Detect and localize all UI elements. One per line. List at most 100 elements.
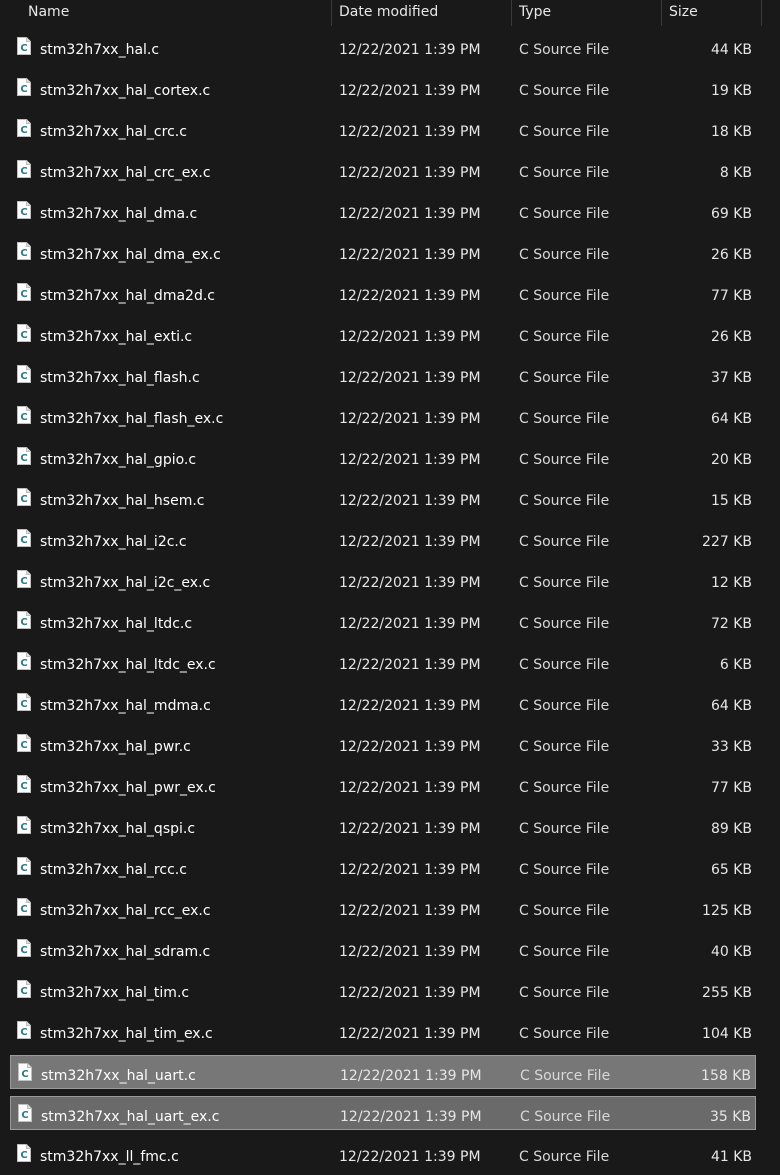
file-date-modified: 12/22/2021 1:39 PM	[339, 698, 481, 714]
file-row[interactable]: Cstm32h7xx_hal_tim_ex.c 12/22/2021 1:39 P…	[10, 1014, 756, 1048]
file-row[interactable]: Cstm32h7xx_hal_hsem.c 12/22/2021 1:39 PM C…	[10, 481, 756, 515]
file-row[interactable]: Cstm32h7xx_hal_dma2d.c 12/22/2021 1:39 PM…	[10, 276, 756, 310]
svg-text:C: C	[20, 822, 27, 833]
file-date-modified: 12/22/2021 1:39 PM	[339, 903, 481, 919]
file-type: C Source File	[519, 83, 610, 99]
file-row[interactable]: Cstm32h7xx_hal_dma.c 12/22/2021 1:39 PM C …	[10, 194, 756, 228]
file-name: stm32h7xx_hal_mdma.c	[40, 698, 211, 714]
file-name: stm32h7xx_hal_hsem.c	[40, 493, 205, 509]
column-header-date-modified[interactable]: Date modified	[331, 0, 511, 26]
file-size: 158 KB	[701, 1068, 751, 1084]
file-name: stm32h7xx_hal_dma_ex.c	[40, 247, 221, 263]
file-date-modified: 12/22/2021 1:39 PM	[339, 1026, 481, 1042]
file-row[interactable]: Cstm32h7xx_hal_i2c_ex.c 12/22/2021 1:39 P…	[10, 563, 756, 597]
file-type: C Source File	[519, 411, 610, 427]
c-source-file-icon: C	[17, 857, 31, 875]
file-name: stm32h7xx_hal_dma.c	[40, 206, 198, 222]
file-date-modified: 12/22/2021 1:39 PM	[339, 124, 481, 140]
file-row[interactable]: Cstm32h7xx_hal_pwr_ex.c 12/22/2021 1:39 P…	[10, 768, 756, 802]
column-header-type[interactable]: Type	[511, 0, 661, 26]
svg-text:C: C	[21, 1069, 28, 1080]
file-name: stm32h7xx_hal_flash.c	[40, 370, 200, 386]
file-date-modified: 12/22/2021 1:39 PM	[339, 985, 481, 1001]
column-header-type-label: Type	[519, 4, 552, 20]
file-row[interactable]: Cstm32h7xx_hal_ltdc.c 12/22/2021 1:39 PM C…	[10, 604, 756, 638]
file-name: stm32h7xx_hal.c	[40, 42, 160, 58]
file-row[interactable]: Cstm32h7xx_hal_mdma.c 12/22/2021 1:39 PM C…	[10, 686, 756, 720]
file-name: stm32h7xx_hal_uart_ex.c	[41, 1109, 220, 1125]
file-size: 33 KB	[710, 739, 752, 755]
svg-text:C: C	[20, 617, 27, 628]
file-date-modified: 12/22/2021 1:39 PM	[339, 452, 481, 468]
file-row[interactable]: Cstm32h7xx_hal_exti.c 12/22/2021 1:39 PM C…	[10, 317, 756, 351]
file-type: C Source File	[519, 493, 610, 509]
c-source-file-icon: C	[18, 1063, 32, 1081]
svg-text:C: C	[20, 43, 27, 54]
file-type: C Source File	[519, 370, 610, 386]
file-row[interactable]: Cstm32h7xx_hal_flash_ex.c 12/22/2021 1:39…	[10, 399, 756, 433]
file-size: 255 KB	[702, 985, 752, 1001]
file-row[interactable]: Cstm32h7xx_hal.c 12/22/2021 1:39 PM C Sour…	[10, 30, 756, 64]
file-name: stm32h7xx_hal_cortex.c	[40, 83, 211, 99]
file-row[interactable]: Cstm32h7xx_hal_rcc.c 12/22/2021 1:39 PM C …	[10, 850, 756, 884]
file-type: C Source File	[519, 944, 610, 960]
file-name: stm32h7xx_hal_tim_ex.c	[40, 1026, 213, 1042]
column-header-size[interactable]: Size	[661, 0, 761, 26]
file-date-modified: 12/22/2021 1:39 PM	[339, 165, 481, 181]
svg-text:C: C	[20, 535, 27, 546]
file-type: C Source File	[519, 1149, 610, 1165]
c-source-file-icon: C	[17, 160, 31, 178]
file-date-modified: 12/22/2021 1:39 PM	[339, 42, 481, 58]
file-row[interactable]: Cstm32h7xx_hal_ltdc_ex.c 12/22/2021 1:39 …	[10, 645, 756, 679]
svg-text:C: C	[20, 207, 27, 218]
file-row[interactable]: Cstm32h7xx_hal_dma_ex.c 12/22/2021 1:39 P…	[10, 235, 756, 269]
file-row[interactable]: Cstm32h7xx_hal_cortex.c 12/22/2021 1:39 P…	[10, 71, 756, 105]
file-name: stm32h7xx_hal_pwr_ex.c	[40, 780, 216, 796]
file-type: C Source File	[519, 329, 610, 345]
svg-text:C: C	[20, 84, 27, 95]
file-name: stm32h7xx_hal_i2c_ex.c	[40, 575, 211, 591]
file-row[interactable]: Cstm32h7xx_hal_tim.c 12/22/2021 1:39 PM C …	[10, 973, 756, 1007]
file-date-modified: 12/22/2021 1:39 PM	[339, 206, 481, 222]
svg-text:C: C	[20, 986, 27, 997]
c-source-file-icon: C	[17, 693, 31, 711]
c-source-file-icon: C	[17, 283, 31, 301]
file-size: 26 KB	[710, 247, 752, 263]
file-row[interactable]: Cstm32h7xx_hal_gpio.c 12/22/2021 1:39 PM C…	[10, 440, 756, 474]
file-name: stm32h7xx_hal_sdram.c	[40, 944, 211, 960]
file-row[interactable]: Cstm32h7xx_hal_qspi.c 12/22/2021 1:39 PM C…	[10, 809, 756, 843]
file-type: C Source File	[519, 985, 610, 1001]
file-size: 19 KB	[710, 83, 752, 99]
column-header-name[interactable]: Name ⌃	[20, 0, 331, 26]
file-date-modified: 12/22/2021 1:39 PM	[339, 862, 481, 878]
c-source-file-icon: C	[17, 488, 31, 506]
svg-text:C: C	[20, 248, 27, 259]
file-row[interactable]: Cstm32h7xx_hal_flash.c 12/22/2021 1:39 PM…	[10, 358, 756, 392]
file-size: 15 KB	[710, 493, 752, 509]
file-row[interactable]: Cstm32h7xx_hal_sdram.c 12/22/2021 1:39 PM…	[10, 932, 756, 966]
file-row[interactable]: Cstm32h7xx_hal_uart.c 12/22/2021 1:39 PM C…	[10, 1055, 756, 1089]
file-row[interactable]: Cstm32h7xx_hal_crc_ex.c 12/22/2021 1:39 P…	[10, 153, 756, 187]
file-row[interactable]: Cstm32h7xx_hal_rcc_ex.c 12/22/2021 1:39 P…	[10, 891, 756, 925]
file-size: 125 KB	[702, 903, 752, 919]
file-row[interactable]: Cstm32h7xx_hal_uart_ex.c 12/22/2021 1:39 …	[10, 1096, 756, 1130]
file-size: 64 KB	[710, 698, 752, 714]
file-size: 72 KB	[710, 616, 752, 632]
c-source-file-icon: C	[17, 980, 31, 998]
file-type: C Source File	[519, 534, 610, 550]
column-header-size-label: Size	[669, 4, 698, 20]
file-row[interactable]: Cstm32h7xx_ll_fmc.c 12/22/2021 1:39 PM C S…	[10, 1137, 756, 1171]
file-row[interactable]: Cstm32h7xx_hal_pwr.c 12/22/2021 1:39 PM C …	[10, 727, 756, 761]
file-name: stm32h7xx_hal_rcc_ex.c	[40, 903, 211, 919]
svg-text:C: C	[20, 166, 27, 177]
c-source-file-icon: C	[17, 898, 31, 916]
file-date-modified: 12/22/2021 1:39 PM	[339, 1149, 481, 1165]
svg-text:C: C	[20, 412, 27, 423]
c-source-file-icon: C	[17, 78, 31, 96]
file-row[interactable]: Cstm32h7xx_hal_i2c.c 12/22/2021 1:39 PM C …	[10, 522, 756, 556]
file-type: C Source File	[519, 698, 610, 714]
column-header-date-label: Date modified	[339, 4, 439, 20]
file-row[interactable]: Cstm32h7xx_hal_crc.c 12/22/2021 1:39 PM C …	[10, 112, 756, 146]
file-size: 69 KB	[710, 206, 752, 222]
file-date-modified: 12/22/2021 1:39 PM	[340, 1068, 482, 1084]
